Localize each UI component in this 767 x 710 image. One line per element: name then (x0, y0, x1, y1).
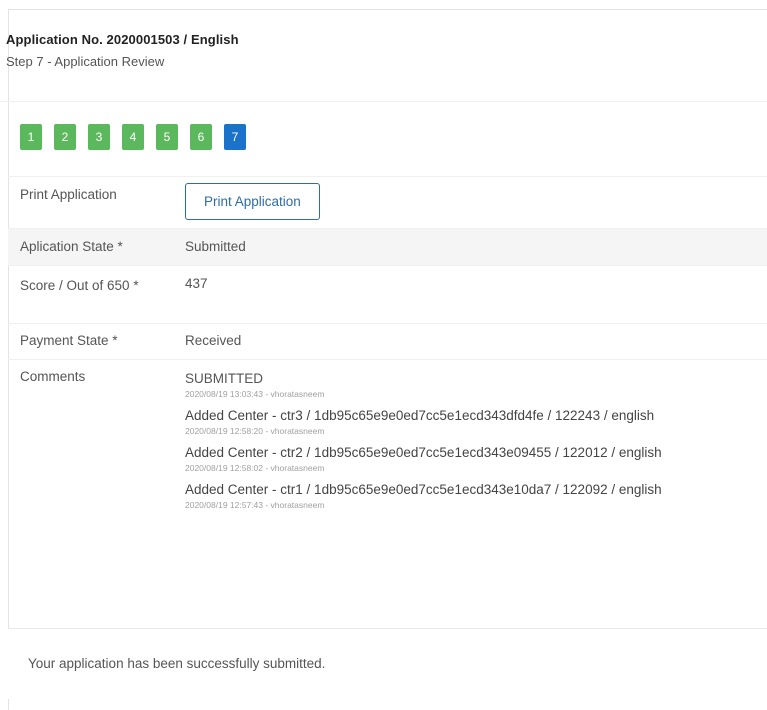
comments-row: Comments SUBMITTED 2020/08/19 13:03:43 -… (8, 359, 767, 522)
score-value: 437 (185, 276, 208, 291)
step-5-button[interactable]: 5 (156, 124, 178, 150)
payment-state-value: Received (185, 333, 242, 348)
score-row: Score / Out of 650 * 437 (8, 265, 767, 324)
application-state-value: Submitted (185, 239, 246, 254)
comment-timestamp: 2020/08/19 13:03:43 - vhoratasneem (185, 389, 325, 399)
comment-entry: Added Center - ctr3 / 1db95c65e9e0ed7cc5… (185, 408, 655, 423)
success-message: Your application has been successfully s… (28, 656, 326, 671)
print-application-button[interactable]: Print Application (185, 183, 320, 220)
step-1-button[interactable]: 1 (20, 124, 42, 150)
step-6-button[interactable]: 6 (190, 124, 212, 150)
application-state-row: Aplication State * Submitted (8, 228, 767, 266)
application-title: Application No. 2020001503 / English (6, 32, 239, 47)
application-header: Application No. 2020001503 / English Ste… (6, 32, 239, 69)
comment-status: SUBMITTED (185, 371, 264, 386)
comments-label: Comments (20, 369, 86, 384)
payment-state-label: Payment State * (20, 333, 118, 348)
step-2-button[interactable]: 2 (54, 124, 76, 150)
comment-entry: Added Center - ctr1 / 1db95c65e9e0ed7cc5… (185, 482, 662, 497)
print-label: Print Application (20, 187, 117, 202)
comment-timestamp: 2020/08/19 12:58:02 - vhoratasneem (185, 463, 325, 473)
comment-timestamp: 2020/08/19 12:57:43 - vhoratasneem (185, 500, 325, 510)
comment-entry: Added Center - ctr2 / 1db95c65e9e0ed7cc5… (185, 445, 662, 460)
application-subtitle: Step 7 - Application Review (6, 54, 165, 69)
comment-timestamp: 2020/08/19 12:58:20 - vhoratasneem (185, 426, 325, 436)
step-navigation: 1 2 3 4 5 6 7 (20, 124, 246, 150)
step-7-button[interactable]: 7 (224, 124, 246, 150)
step-4-button[interactable]: 4 (122, 124, 144, 150)
print-row: Print Application Print Application (8, 176, 767, 229)
step-3-button[interactable]: 3 (88, 124, 110, 150)
header-divider (0, 101, 767, 102)
payment-state-row: Payment State * Received (8, 323, 767, 360)
score-label: Score / Out of 650 * (20, 278, 139, 293)
application-state-label: Aplication State * (20, 239, 123, 254)
review-table: Print Application Print Application Apli… (8, 176, 767, 521)
